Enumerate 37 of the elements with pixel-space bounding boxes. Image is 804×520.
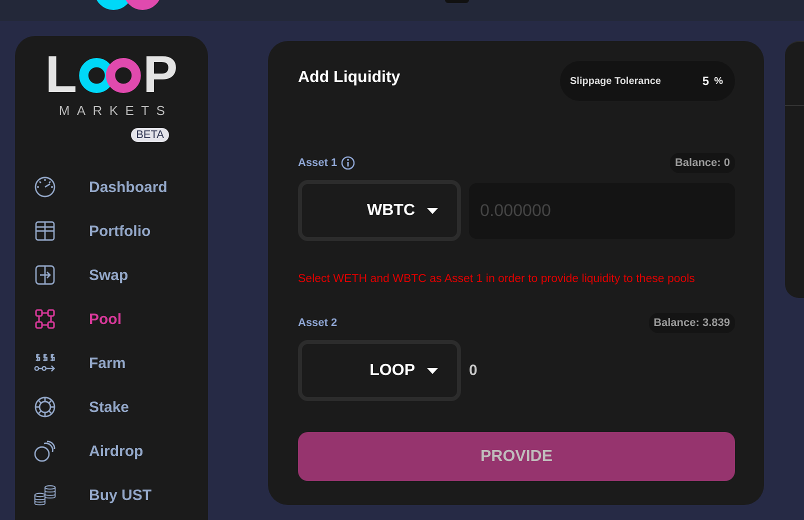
slippage-label: Slippage Tolerance — [570, 76, 662, 86]
balance-pill: Balance: 3.839 — [648, 312, 735, 332]
card-title: Add Liquidity — [298, 69, 400, 87]
coins-arrow-icon[interactable] — [34, 352, 56, 374]
slippage-pill[interactable]: Slippage Tolerance 5 % — [560, 61, 735, 101]
nav-item[interactable]: Airdrop — [89, 442, 144, 460]
logo-letter: P — [143, 52, 178, 98]
nav-item[interactable]: Pool — [89, 310, 122, 328]
slippage-value: 5 — [702, 74, 710, 88]
coin-stack-icon[interactable] — [34, 483, 56, 507]
logo-subtitle: MARKETS — [58, 103, 172, 118]
amount-value: 0 — [469, 362, 478, 379]
percent-unit: % — [714, 76, 723, 86]
caret-icon — [427, 208, 438, 214]
error-message: Select WETH and WBTC as Asset 1 in order to provide liquidity to these pools — [298, 272, 696, 287]
circles-icon[interactable] — [34, 440, 56, 462]
nav-item[interactable]: Buy UST — [89, 486, 152, 504]
token-dropdown[interactable]: WBTC — [298, 180, 461, 241]
nav-item[interactable]: Dashboard — [89, 178, 168, 196]
token-dropdown[interactable]: LOOP — [298, 340, 461, 401]
nodes-icon[interactable] — [35, 309, 55, 329]
gauge-icon[interactable] — [34, 176, 56, 198]
grid-icon[interactable] — [35, 221, 55, 241]
logo-letter: L — [45, 52, 78, 98]
asset-label: Asset 1 — [298, 156, 338, 168]
asset-label: Asset 2 — [298, 316, 338, 328]
beta-badge: BETA — [131, 128, 169, 142]
swap-icon[interactable] — [35, 265, 55, 285]
infinity-icon — [79, 58, 142, 92]
ring-icon[interactable] — [34, 396, 56, 418]
balance-pill: Balance: 0 — [670, 152, 735, 172]
nav-item[interactable]: Stake — [89, 398, 130, 416]
nav-item[interactable]: Portfolio — [89, 222, 151, 240]
nav-item[interactable]: Swap — [89, 266, 128, 284]
caret-icon — [427, 368, 438, 374]
nav-item[interactable]: Farm — [89, 354, 126, 372]
info-icon[interactable] — [341, 156, 356, 170]
